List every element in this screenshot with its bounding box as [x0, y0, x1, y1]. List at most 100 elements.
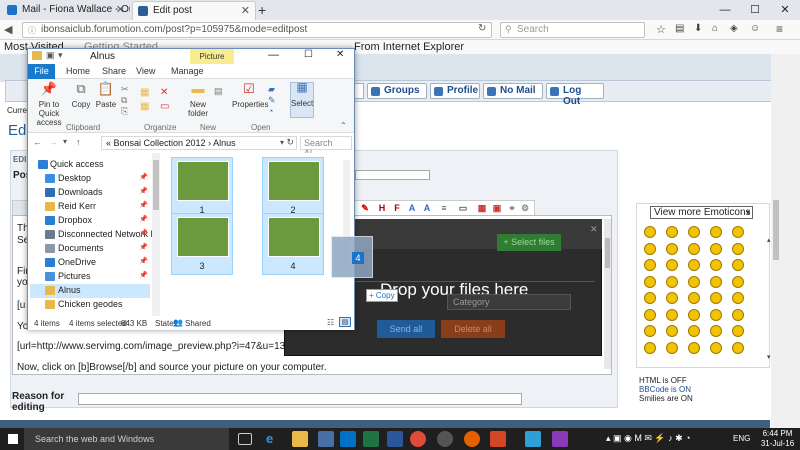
scroll-down-icon[interactable]: ▾	[767, 353, 771, 361]
emoticon-icon[interactable]	[732, 275, 744, 288]
nav-item[interactable]: Disconnected Network Driv 📌	[30, 228, 167, 242]
reason-input[interactable]	[78, 393, 522, 405]
up-icon[interactable]: ↑	[76, 137, 81, 147]
emoticon-icon[interactable]	[644, 259, 656, 271]
toolbar-left-button[interactable]	[12, 200, 28, 216]
tab-manage[interactable]: Manage	[171, 66, 204, 76]
nav-log-out[interactable]: Log Out	[546, 83, 604, 107]
back-icon[interactable]: ←	[33, 137, 42, 147]
scroll-up-icon[interactable]: ▴	[767, 236, 771, 244]
url-bar[interactable]: ⓘ ibonsaiclub.forumotion.com/post?p=1059…	[22, 22, 492, 38]
font-face-icon[interactable]: F	[390, 201, 404, 215]
emoticon-icon[interactable]	[710, 341, 722, 354]
nav-item[interactable]: Desktop 📌	[30, 172, 150, 186]
nav-item[interactable]: OneDrive 📌	[30, 256, 150, 270]
emoticon-icon[interactable]	[644, 226, 656, 238]
nav-item[interactable]: Chicken geodes	[30, 298, 150, 312]
system-clock[interactable]: 6:44 PM 31-Jul-16	[755, 429, 800, 449]
reload-icon[interactable]: ↻	[478, 23, 486, 34]
code-icon[interactable]: ▭	[456, 201, 470, 215]
emoticon-icon[interactable]	[666, 341, 678, 354]
select-button[interactable]: ▦ Select	[290, 81, 314, 118]
category-select[interactable]: Category	[447, 294, 571, 310]
emoticon-icon[interactable]	[732, 325, 744, 337]
emoticon-icon[interactable]	[710, 325, 722, 337]
color-icon[interactable]: A	[420, 201, 434, 215]
nav-item[interactable]: Downloads 📌	[30, 186, 150, 200]
onenote-icon[interactable]	[552, 431, 568, 447]
minimize-button[interactable]: —	[710, 0, 740, 20]
emoticon-icon[interactable]	[644, 325, 656, 337]
settings-icon[interactable]: ⚙	[518, 201, 532, 215]
refresh-icon[interactable]: ↻	[286, 137, 294, 148]
new-tab-button[interactable]: +	[258, 2, 266, 18]
copy-button[interactable]: ⧉ Copy	[70, 82, 92, 109]
emoticon-icon[interactable]	[666, 292, 678, 304]
collapse-ribbon-icon[interactable]: ⌃	[340, 121, 347, 130]
font-size-icon[interactable]: H	[375, 201, 389, 215]
word-icon[interactable]	[387, 431, 403, 447]
page-scroll-thumb[interactable]	[773, 200, 779, 260]
link-icon[interactable]: ⚭	[505, 201, 519, 215]
textarea-scroll-thumb[interactable]	[605, 238, 610, 268]
reading-list-icon[interactable]: ▤	[675, 23, 684, 34]
emoticon-icon[interactable]	[688, 325, 700, 337]
powerpoint-icon[interactable]	[490, 431, 506, 447]
language-indicator[interactable]: ENG	[733, 434, 750, 443]
new-item-icon[interactable]: ▤	[214, 86, 223, 97]
tab-edit-post[interactable]: Edit post ✕	[132, 1, 256, 20]
pin-quick-access-button[interactable]: 📌 Pin to Quick access	[30, 82, 68, 127]
nav-scroll-thumb[interactable]	[153, 160, 159, 210]
file-thumbnail[interactable]: 3	[171, 213, 233, 275]
emoticon-icon[interactable]	[666, 259, 678, 271]
emoticon-icon[interactable]	[666, 242, 678, 255]
justify-icon[interactable]: ≡	[437, 201, 451, 215]
emoticon-icon[interactable]	[710, 226, 722, 238]
itunes-icon[interactable]	[437, 431, 453, 447]
close-icon[interactable]: ✕	[241, 4, 250, 17]
address-bar[interactable]: « Bonsai Collection 2012 › Alnus ▾ ↻	[101, 136, 297, 150]
store-icon[interactable]	[318, 431, 334, 447]
taskbar-search[interactable]: Search the web and Windows	[24, 428, 229, 450]
menu-icon[interactable]: ≡	[776, 22, 783, 36]
emoticon-icon[interactable]	[666, 226, 678, 238]
app-icon[interactable]	[525, 431, 541, 447]
emoticon-icon[interactable]	[666, 325, 678, 337]
emoticon-icon[interactable]	[732, 226, 744, 238]
sync-icon[interactable]: ☺	[750, 23, 760, 34]
explorer-search-input[interactable]: Search Al...	[300, 136, 352, 158]
send-all-button[interactable]: Send all	[377, 320, 435, 338]
image-icon[interactable]: ▣	[490, 201, 504, 215]
emoticons-select[interactable]: View more Emoticons ▾	[650, 206, 753, 219]
file-thumbnail[interactable]: 4	[262, 213, 324, 275]
emoticon-icon[interactable]	[688, 308, 700, 321]
emoticon-icon[interactable]	[688, 226, 700, 238]
emoticon-icon[interactable]	[732, 292, 744, 304]
nav-no-mail[interactable]: No Mail	[483, 83, 543, 99]
emoticon-icon[interactable]	[688, 242, 700, 255]
edge-icon[interactable]: e	[266, 431, 282, 447]
file-explorer-icon[interactable]	[292, 431, 308, 447]
nav-item[interactable]: Dropbox 📌	[30, 214, 150, 228]
emoticon-icon[interactable]	[710, 259, 722, 271]
details-view-icon[interactable]: ☷	[327, 318, 334, 327]
delete-rename-icons[interactable]: ✕ ▭	[160, 86, 169, 114]
close-window-button[interactable]: ✕	[336, 49, 344, 60]
forward-icon[interactable]: →	[49, 137, 58, 147]
emoticon-icon[interactable]	[732, 308, 744, 321]
properties-button[interactable]: ☑ Properties	[232, 82, 268, 109]
paste-button[interactable]: 📋 Paste	[94, 82, 118, 109]
tab-share[interactable]: Share	[102, 66, 126, 76]
open-edit-icons[interactable]: ▰ ✎ ◔	[268, 84, 276, 117]
nav-item[interactable]: Pictures 📌	[30, 270, 150, 284]
thumbnail-view-icon[interactable]: ▤	[339, 317, 351, 327]
nav-profile[interactable]: Profile	[430, 83, 480, 99]
emoticon-icon[interactable]	[710, 292, 722, 304]
emoticon-icon[interactable]	[644, 341, 656, 354]
recent-icon[interactable]: ▾	[63, 137, 67, 146]
file-thumbnail[interactable]: 1	[171, 157, 233, 219]
back-icon[interactable]: ◀	[4, 23, 12, 36]
delete-all-button[interactable]: Delete all	[441, 320, 505, 338]
cut-copy-path-icons[interactable]: ✂ ⧉ ⎘	[121, 84, 129, 117]
quick-access-icon[interactable]: ▾	[58, 50, 63, 61]
